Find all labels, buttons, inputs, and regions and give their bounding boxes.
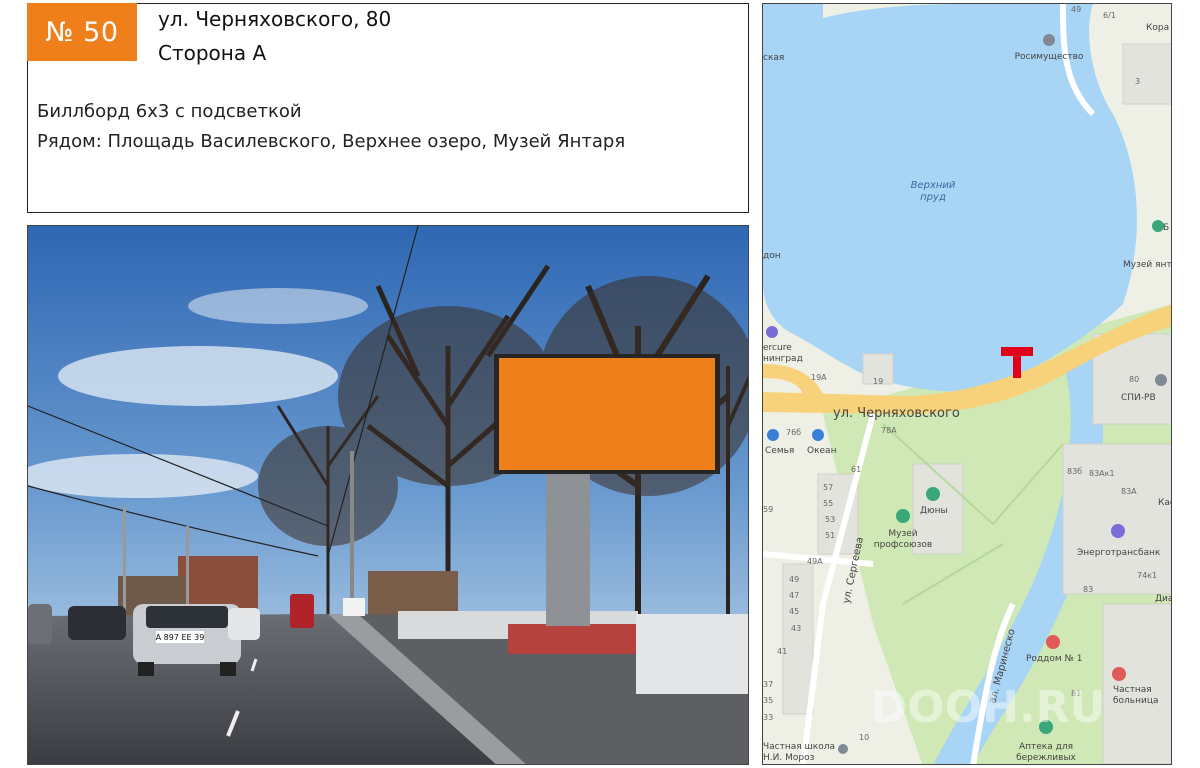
poi-dia: Диа xyxy=(1155,594,1172,604)
svg-text:профсоюзов: профсоюзов xyxy=(874,540,932,550)
cloud xyxy=(188,288,368,324)
svg-text:10: 10 xyxy=(859,733,869,742)
map-drawing: Верхний пруд ул. Черняховского ул. Серге… xyxy=(763,4,1172,764)
car-plate: А 897 ЕЕ 39 xyxy=(156,633,205,642)
svg-text:19А: 19А xyxy=(811,373,827,382)
svg-text:3: 3 xyxy=(1135,77,1140,86)
lake xyxy=(763,4,823,44)
building xyxy=(178,556,258,611)
van xyxy=(290,594,314,628)
svg-text:49А: 49А xyxy=(807,557,823,566)
svg-text:37: 37 xyxy=(763,680,773,689)
poi-aya: ская xyxy=(763,53,784,63)
car xyxy=(28,604,52,644)
poi-school[interactable]: Частная школа Н.И. Мороз xyxy=(763,742,848,763)
poi-don: дон xyxy=(763,251,781,261)
lake-label: пруд xyxy=(920,192,946,203)
svg-text:83А: 83А xyxy=(1121,487,1137,496)
side-label: Сторона А xyxy=(158,41,267,65)
svg-text:53: 53 xyxy=(825,515,835,524)
car xyxy=(68,606,126,640)
poi-b: Б xyxy=(1163,223,1169,233)
truck xyxy=(343,598,365,616)
svg-text:83: 83 xyxy=(1083,585,1093,594)
svg-text:45: 45 xyxy=(789,607,799,616)
svg-text:57: 57 xyxy=(823,483,833,492)
svg-text:Музей: Музей xyxy=(888,529,917,539)
svg-text:ercure: ercure xyxy=(763,343,792,353)
brick-base xyxy=(508,624,636,654)
svg-text:Росимущество: Росимущество xyxy=(1015,52,1084,62)
billboard-type: Биллборд 6х3 с подсветкой xyxy=(37,101,302,122)
svg-text:6/1: 6/1 xyxy=(1103,11,1116,20)
svg-text:больница: больница xyxy=(1113,696,1159,706)
address-title: ул. Черняховского, 80 xyxy=(158,7,392,31)
location-map[interactable]: Верхний пруд ул. Черняховского ул. Серге… xyxy=(762,3,1172,765)
svg-text:19: 19 xyxy=(873,377,883,386)
lamp-pole xyxy=(350,451,354,621)
svg-text:61: 61 xyxy=(851,465,861,474)
svg-text:49: 49 xyxy=(789,575,799,584)
svg-text:59: 59 xyxy=(763,505,773,514)
svg-text:Частная школа: Частная школа xyxy=(763,742,835,752)
lamp-pole xyxy=(123,506,126,616)
svg-text:49: 49 xyxy=(1071,5,1081,14)
cloud xyxy=(58,346,338,406)
svg-text:55: 55 xyxy=(823,499,833,508)
number-badge: № 50 xyxy=(27,3,137,61)
svg-text:Дюны: Дюны xyxy=(920,506,948,516)
svg-text:Музей янта: Музей янта xyxy=(1123,260,1172,270)
watermark: DOOH.RU xyxy=(871,682,1105,733)
svg-text:Энерготрансбанк: Энерготрансбанк xyxy=(1077,548,1161,558)
svg-text:Семья: Семья xyxy=(765,446,794,456)
billboard-face xyxy=(499,358,715,470)
svg-text:Аптека для: Аптека для xyxy=(1019,742,1073,752)
svg-text:Океан: Океан xyxy=(807,446,837,456)
poi-kora: Кора xyxy=(1146,23,1169,33)
svg-text:Роддом № 1: Роддом № 1 xyxy=(1026,654,1082,664)
svg-text:43: 43 xyxy=(791,624,801,633)
cloud xyxy=(28,454,258,498)
lamp-pole xyxy=(186,526,189,616)
poi-kas: Кас xyxy=(1158,498,1172,508)
svg-text:47: 47 xyxy=(789,591,799,600)
svg-text:41: 41 xyxy=(777,647,787,656)
lake-label: Верхний xyxy=(911,180,956,191)
svg-text:Н.И. Мороз: Н.И. Мороз xyxy=(763,753,815,763)
street-photo-drawing: А 897 ЕЕ 39 xyxy=(28,226,748,764)
wall xyxy=(636,614,748,694)
building xyxy=(368,571,458,616)
svg-text:51: 51 xyxy=(825,531,835,540)
street-label-chernyakhovskogo: ул. Черняховского xyxy=(833,406,960,421)
nearby-landmarks: Рядом: Площадь Василевского, Верхнее озе… xyxy=(37,131,626,152)
svg-text:76б: 76б xyxy=(786,428,801,437)
svg-text:нинград: нинград xyxy=(763,354,803,364)
street-photo: А 897 ЕЕ 39 xyxy=(27,225,749,765)
svg-text:бережливых: бережливых xyxy=(1016,753,1076,763)
svg-text:78А: 78А xyxy=(881,426,897,435)
svg-text:СПИ-РВ: СПИ-РВ xyxy=(1121,393,1156,403)
svg-text:35: 35 xyxy=(763,696,773,705)
svg-text:74к1: 74к1 xyxy=(1137,571,1157,580)
svg-text:83б: 83б xyxy=(1067,467,1082,476)
billboard-pole xyxy=(546,471,590,626)
svg-text:83Ак1: 83Ак1 xyxy=(1089,469,1115,478)
lake xyxy=(763,4,1137,392)
svg-text:80: 80 xyxy=(1129,375,1139,384)
car xyxy=(228,608,260,640)
svg-text:33: 33 xyxy=(763,713,773,722)
svg-text:Частная: Частная xyxy=(1113,685,1152,695)
